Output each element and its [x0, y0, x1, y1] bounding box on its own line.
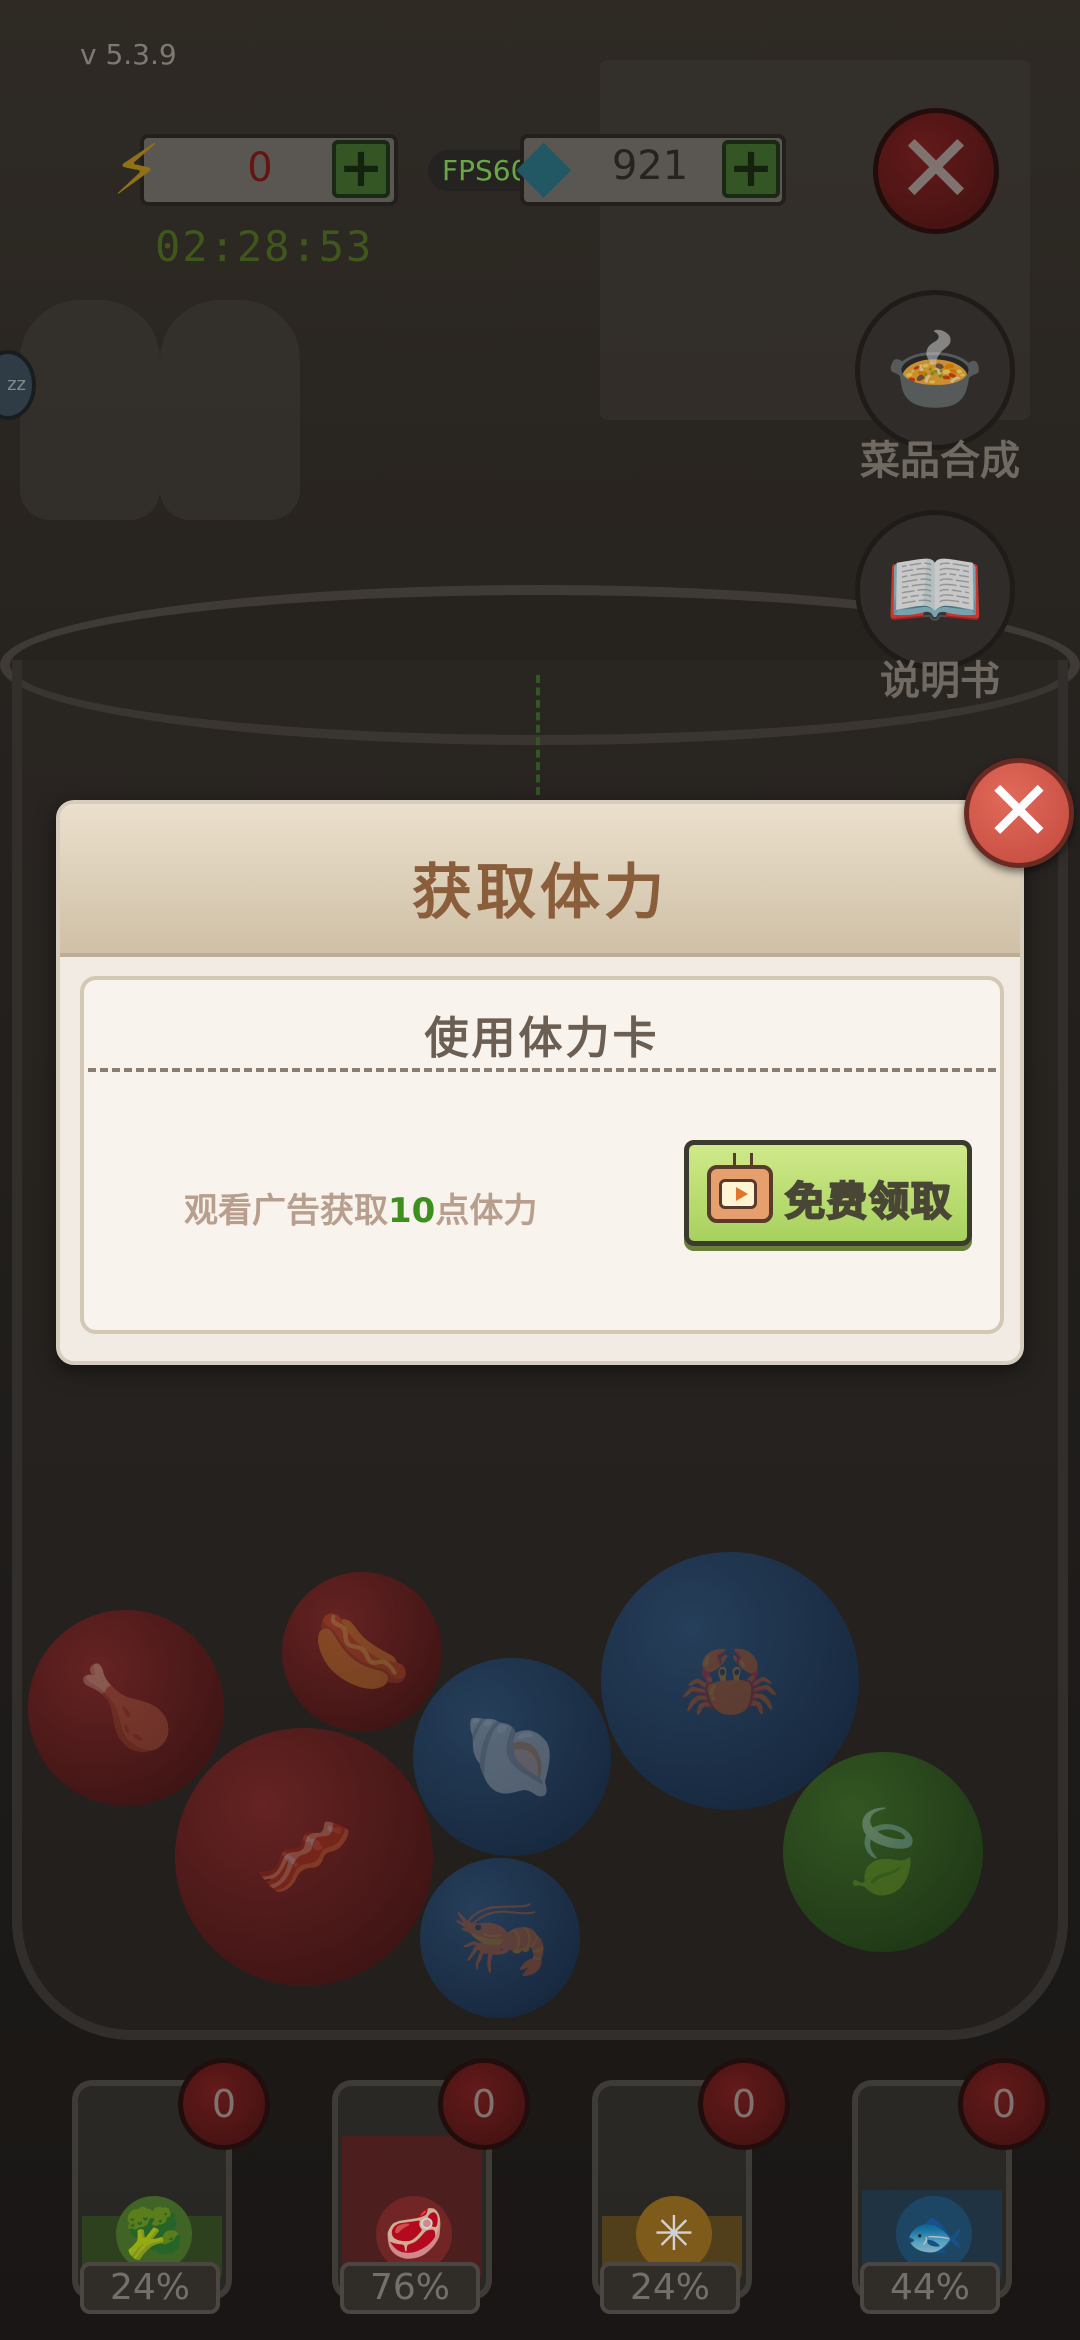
dialog-title: 获取体力: [412, 858, 668, 928]
desc-prefix: 观看广告获取: [184, 1191, 388, 1231]
get-energy-dialog: 获取体力 使用体力卡 观看广告获取10点体力 免费领取: [56, 800, 1024, 1365]
card-title: 使用体力卡: [424, 1013, 660, 1064]
tv-screen: [719, 1179, 757, 1209]
play-icon: [736, 1187, 748, 1201]
claim-label: 免费领取: [784, 1178, 953, 1226]
dashed-divider: [88, 1068, 996, 1072]
desc-number: 10: [388, 1191, 436, 1231]
dialog-header: 获取体力: [60, 804, 1020, 957]
tv-antenna: [733, 1153, 753, 1169]
dialog-close-button[interactable]: ✕: [964, 758, 1074, 868]
free-claim-button[interactable]: 免费领取: [684, 1140, 972, 1246]
desc-suffix: 点体力: [435, 1191, 538, 1231]
watch-ad-description: 观看广告获取10点体力: [184, 1183, 537, 1232]
energy-card: 使用体力卡 观看广告获取10点体力 免费领取: [80, 976, 1004, 1334]
tv-icon: [707, 1153, 773, 1223]
